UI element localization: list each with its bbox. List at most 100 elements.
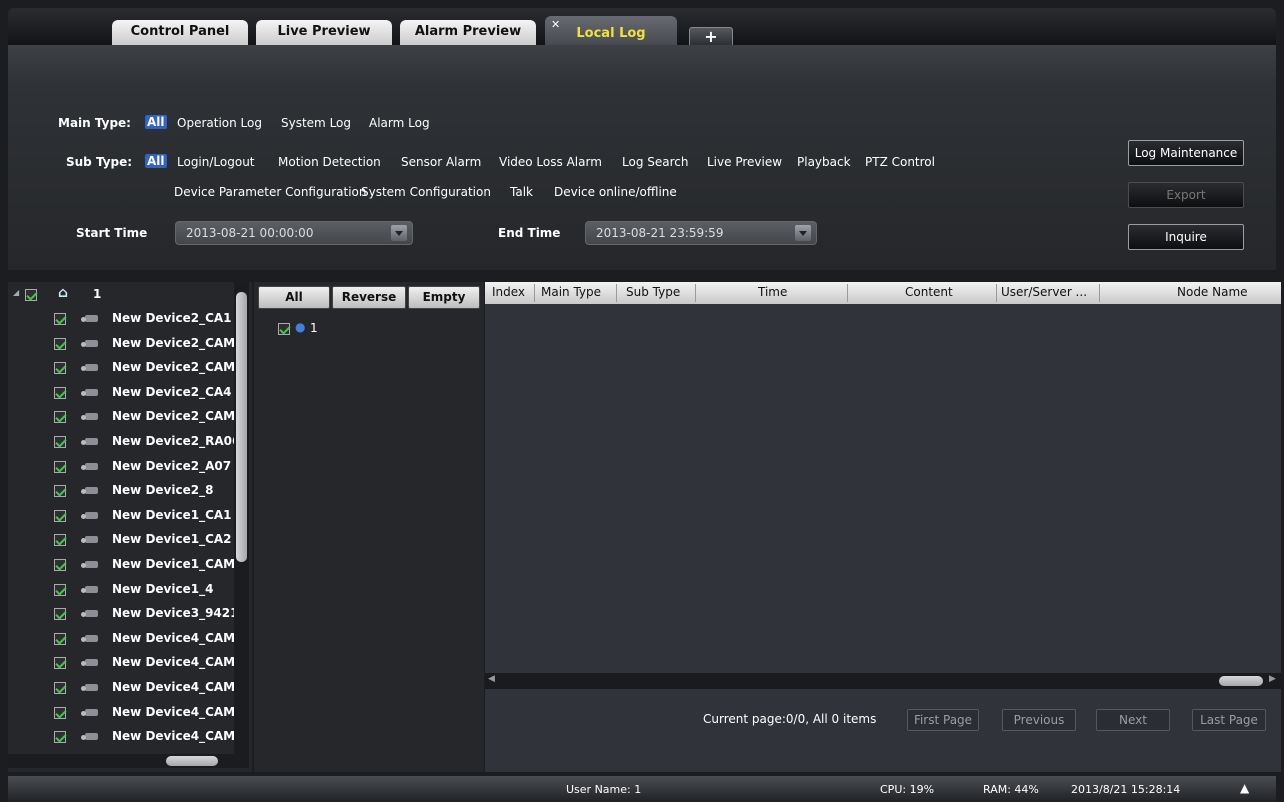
main-type-all[interactable]: All — [145, 115, 167, 129]
select-all-button[interactable]: All — [258, 286, 330, 309]
checkbox[interactable] — [54, 632, 66, 645]
main-type-system-log[interactable]: System Log — [281, 116, 351, 130]
column-header[interactable]: Main Type — [541, 285, 601, 299]
checkbox[interactable] — [54, 731, 66, 744]
sub-type-device-parameter-configuration[interactable]: Device Parameter Configuration — [174, 185, 366, 199]
close-icon[interactable]: ✕ — [551, 18, 560, 31]
tree-device-item[interactable]: New Device4_CAME — [8, 702, 243, 724]
add-tab-button[interactable]: + — [689, 27, 733, 47]
reverse-button[interactable]: Reverse — [332, 286, 406, 309]
scroll-thumb[interactable] — [236, 292, 247, 562]
checkbox[interactable] — [54, 313, 66, 325]
sub-type-video-loss-alarm[interactable]: Video Loss Alarm — [499, 155, 602, 169]
checkbox[interactable] — [54, 436, 66, 448]
checkbox[interactable] — [54, 657, 66, 670]
scroll-thumb[interactable] — [166, 756, 218, 766]
scroll-thumb[interactable] — [1219, 676, 1263, 686]
chevron-down-icon[interactable] — [795, 225, 811, 241]
last-page-button[interactable]: Last Page — [1192, 709, 1266, 731]
cpu-status: CPU: 19% — [880, 783, 935, 796]
tree-device-item[interactable]: New Device2_CA1 — [8, 308, 232, 330]
scroll-right-icon[interactable]: ▶ — [1269, 674, 1276, 684]
chevron-down-icon[interactable] — [391, 225, 407, 241]
tab-live-preview[interactable]: Live Preview — [256, 20, 392, 47]
sub-type-system-configuration[interactable]: System Configuration — [361, 185, 491, 199]
expand-arrow-icon[interactable]: ◢ — [13, 288, 19, 297]
column-header[interactable]: Content — [905, 285, 953, 299]
column-header[interactable]: Node Name — [1177, 285, 1248, 299]
sub-type-playback[interactable]: Playback — [797, 155, 851, 169]
tree-horizontal-scrollbar[interactable] — [8, 754, 249, 768]
tree-device-item[interactable]: New Device1_4 — [8, 579, 232, 601]
tree-device-item[interactable]: New Device2_CA4 — [8, 382, 232, 404]
tree-device-item[interactable]: New Device2_CAM0 — [8, 333, 243, 355]
next-button[interactable]: Next — [1096, 709, 1170, 731]
checkbox[interactable] — [54, 509, 66, 522]
tab-control-panel[interactable]: Control Panel — [112, 20, 248, 47]
scroll-left-icon[interactable]: ◀ — [488, 674, 495, 684]
checkbox[interactable] — [54, 608, 66, 621]
sub-type-ptz-control[interactable]: PTZ Control — [865, 155, 935, 169]
tree-device-item[interactable]: New Device2_A07 — [8, 456, 232, 478]
previous-button[interactable]: Previous — [1002, 709, 1076, 731]
tree-device-item[interactable]: New Device2_RA06 — [8, 431, 240, 453]
column-header[interactable]: Sub Type — [626, 285, 680, 299]
checkbox[interactable] — [54, 337, 66, 350]
tree-device-item[interactable]: New Device1_CA1 — [8, 505, 232, 527]
checkbox[interactable] — [54, 583, 66, 596]
checkbox[interactable] — [54, 559, 66, 571]
start-time-field[interactable]: 2013-08-21 00:00:00 — [175, 221, 413, 245]
device-label: New Device2_8 — [112, 483, 214, 498]
checkbox[interactable] — [54, 460, 66, 473]
checkbox[interactable] — [54, 362, 66, 375]
inquire-button[interactable]: Inquire — [1128, 224, 1244, 250]
tab-alarm-preview[interactable]: Alarm Preview — [400, 20, 536, 47]
checkbox[interactable] — [54, 706, 66, 719]
tab-label: Local Log — [576, 26, 646, 41]
tree-device-item[interactable]: New Device4_CAME — [8, 726, 243, 748]
tree-root[interactable]: ◢ ⌂ 1 — [8, 285, 234, 307]
tree-device-item[interactable]: New Device2_CAM0 — [8, 357, 243, 379]
user-item[interactable]: ● 1 — [254, 319, 454, 341]
tree-vertical-scrollbar[interactable] — [234, 282, 249, 754]
sub-type-log-search[interactable]: Log Search — [622, 155, 688, 169]
log-maintenance-button[interactable]: Log Maintenance — [1128, 140, 1244, 166]
tree-device-item[interactable]: New Device4_CAME — [8, 628, 243, 650]
checkbox[interactable] — [54, 411, 66, 424]
checkbox[interactable] — [278, 323, 290, 335]
camera-icon — [81, 634, 99, 644]
sub-type-talk[interactable]: Talk — [510, 185, 533, 199]
tree-device-item[interactable]: New Device2_CAME — [8, 406, 243, 428]
tree-device-item[interactable]: New Device1_CAM3 — [8, 554, 243, 576]
export-button[interactable]: Export — [1128, 182, 1244, 208]
tree-device-item[interactable]: New Device1_CA2 — [8, 529, 232, 551]
column-header[interactable]: Time — [758, 285, 787, 299]
main-type-alarm-log[interactable]: Alarm Log — [369, 116, 430, 130]
sub-type-all[interactable]: All — [145, 154, 167, 168]
checkbox[interactable] — [25, 289, 37, 301]
checkbox[interactable] — [54, 682, 66, 694]
camera-icon — [81, 511, 99, 521]
sub-type-motion-detection[interactable]: Motion Detection — [278, 155, 381, 169]
checkbox[interactable] — [54, 534, 66, 547]
tree-device-item[interactable]: New Device2_8 — [8, 480, 232, 502]
sub-type-sensor-alarm[interactable]: Sensor Alarm — [401, 155, 481, 169]
home-icon: ⌂ — [58, 285, 69, 301]
tree-device-item[interactable]: New Device4_CAME — [8, 652, 243, 674]
checkbox[interactable] — [54, 485, 66, 498]
tree-device-item[interactable]: New Device3_9421I — [8, 603, 243, 625]
sub-type-login-logout[interactable]: Login/Logout — [177, 155, 255, 169]
table-horizontal-scrollbar[interactable]: ◀ ▶ — [485, 673, 1281, 689]
camera-icon — [81, 560, 99, 570]
end-time-field[interactable]: 2013-08-21 23:59:59 — [585, 221, 817, 245]
empty-button[interactable]: Empty — [408, 286, 480, 309]
column-header[interactable]: Index — [492, 285, 525, 299]
sub-type-live-preview[interactable]: Live Preview — [707, 155, 782, 169]
column-header[interactable]: User/Server ... — [1001, 285, 1087, 299]
sub-type-device-online-offline[interactable]: Device online/offline — [554, 185, 677, 199]
chevron-up-icon[interactable]: ▲ — [1240, 781, 1249, 795]
checkbox[interactable] — [54, 386, 66, 399]
main-type-operation-log[interactable]: Operation Log — [177, 116, 262, 130]
first-page-button[interactable]: First Page — [907, 709, 979, 731]
tree-device-item[interactable]: New Device4_CAME — [8, 677, 243, 699]
